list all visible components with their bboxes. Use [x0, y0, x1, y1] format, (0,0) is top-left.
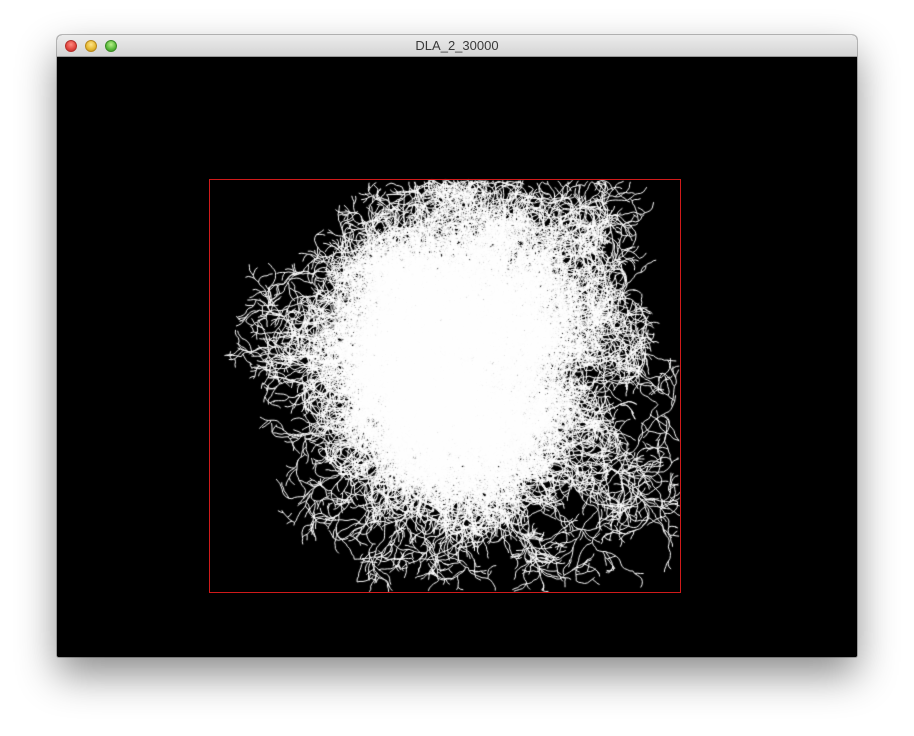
- bounding-box: [209, 179, 681, 593]
- window-title: DLA_2_30000: [415, 38, 499, 53]
- simulation-canvas: [57, 57, 857, 657]
- app-window: DLA_2_30000: [57, 35, 857, 657]
- title-bar[interactable]: DLA_2_30000: [57, 35, 857, 57]
